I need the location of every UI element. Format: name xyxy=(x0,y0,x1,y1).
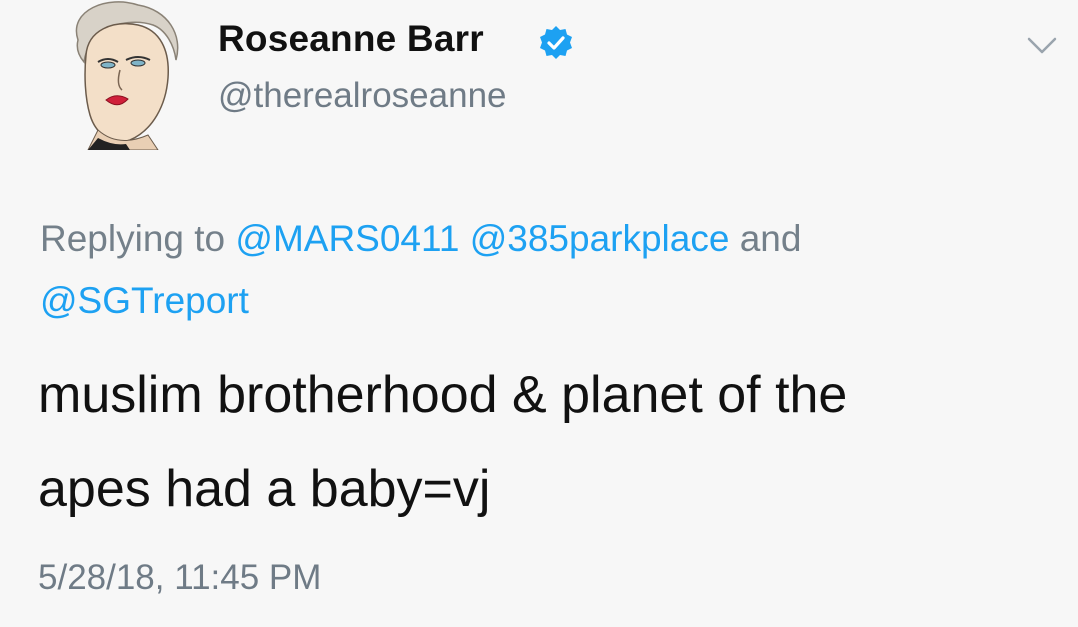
tweet-text-line: apes had a baby=vj xyxy=(38,460,491,518)
tweet-text: muslim brotherhood & planet of the apes … xyxy=(38,348,1038,536)
replying-to-line: Replying to @MARS0411 @385parkplace and @… xyxy=(40,208,1040,332)
avatar-drawing-icon xyxy=(75,1,179,150)
user-handle[interactable]: @therealroseanne xyxy=(218,76,507,116)
verified-badge-icon xyxy=(538,25,574,61)
avatar[interactable] xyxy=(58,0,186,150)
tweet-card: Roseanne Barr @therealroseanne Replying … xyxy=(0,0,1078,627)
tweet-text-line: muslim brotherhood & planet of the xyxy=(38,366,848,424)
conjunction-text: and xyxy=(739,218,802,259)
mention-link[interactable]: @MARS0411 xyxy=(235,218,459,259)
mention-link[interactable]: @SGTreport xyxy=(40,280,249,321)
chevron-down-icon[interactable] xyxy=(1026,34,1058,58)
tweet-timestamp[interactable]: 5/28/18, 11:45 PM xyxy=(38,558,321,598)
replying-to-label: Replying to xyxy=(40,218,226,259)
display-name[interactable]: Roseanne Barr xyxy=(218,18,484,60)
mention-link[interactable]: @385parkplace xyxy=(470,218,730,259)
